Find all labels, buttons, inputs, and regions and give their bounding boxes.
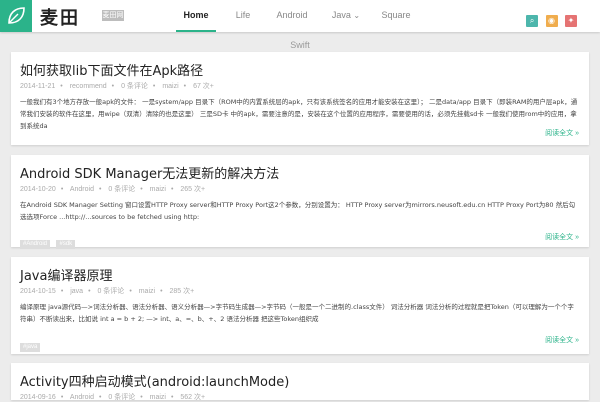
post-meta: 2014-09-16 • Android • 0 条评论 • maizi • 562 次… bbox=[20, 394, 206, 401]
post-title[interactable]: Java编译器原理 bbox=[20, 265, 112, 284]
tag-android[interactable]: #Android bbox=[20, 240, 51, 249]
post-meta: 2014-10-20 • Android • 0 条评论 • maizi • 265 次… bbox=[20, 186, 206, 193]
post-author[interactable]: maizi bbox=[139, 288, 155, 295]
post-title[interactable]: 如何获取lib下面文件在Apk路径 bbox=[20, 60, 203, 79]
nav-life[interactable]: Life bbox=[228, 0, 258, 32]
post-card: Activity四种启动模式(android:launchMode) 2014-… bbox=[11, 363, 589, 401]
search-icon[interactable]: ⌕ bbox=[526, 15, 539, 27]
post-views: 285 次+ bbox=[169, 288, 195, 295]
site-logo-badge: 麦田网 bbox=[102, 10, 124, 21]
post-category[interactable]: Android bbox=[70, 186, 94, 193]
nav-java[interactable]: Java ⌄ bbox=[328, 0, 364, 32]
post-excerpt: 在Android SDK Manager Setting 窗口设置HTTP Pr… bbox=[20, 201, 576, 221]
post-views: 67 次+ bbox=[193, 83, 214, 90]
post-author[interactable]: maizi bbox=[150, 186, 166, 193]
weibo-icon[interactable]: ✦ bbox=[565, 15, 577, 27]
site-logo-text[interactable]: 麦田 bbox=[40, 4, 80, 30]
subcategory-label[interactable]: Swift bbox=[0, 40, 600, 50]
post-date: 2014-11-21 bbox=[20, 83, 56, 90]
post-tags: #java bbox=[20, 335, 42, 353]
nav-square[interactable]: Square bbox=[376, 0, 416, 32]
post-card: Java编译器原理 2014-10-15 • java • 0 条评论 • maizi… bbox=[11, 257, 589, 354]
post-excerpt: 编译原理 java源代码—>词法分析器、语法分析器、语义分析器—>字节码生成器—… bbox=[20, 303, 574, 323]
post-author[interactable]: maizi bbox=[162, 83, 178, 90]
read-more-link[interactable]: 阅读全文 » bbox=[545, 232, 579, 242]
read-more-link[interactable]: 阅读全文 » bbox=[545, 335, 579, 345]
post-comments[interactable]: 0 条评论 bbox=[97, 288, 124, 295]
post-meta: 2014-10-15 • java • 0 条评论 • maizi • 285 次+ bbox=[20, 288, 195, 295]
chevron-down-icon: ⌄ bbox=[353, 11, 361, 20]
post-title[interactable]: Android SDK Manager无法更新的解决方法 bbox=[20, 163, 279, 182]
read-more-link[interactable]: 阅读全文 » bbox=[545, 128, 579, 138]
post-date: 2014-10-15 bbox=[20, 288, 56, 295]
post-category[interactable]: recommend bbox=[70, 83, 107, 90]
header-tools: ⌕ ◉ ✦ bbox=[523, 10, 577, 27]
post-date: 2014-10-20 bbox=[20, 186, 56, 193]
post-views: 265 次+ bbox=[180, 186, 206, 193]
nav-home[interactable]: Home bbox=[176, 0, 216, 32]
tag-java[interactable]: #java bbox=[20, 343, 41, 352]
rss-icon[interactable]: ◉ bbox=[545, 15, 558, 27]
post-comments[interactable]: 0 条评论 bbox=[121, 83, 148, 90]
top-navbar: 麦田 麦田网 Home Life Android Java ⌄ Square ⌕… bbox=[0, 0, 600, 32]
post-title[interactable]: Activity四种启动模式(android:launchMode) bbox=[20, 371, 289, 390]
post-excerpt: 一般我们有3个地方存放一般apk的文件： 一是system/app 目录下（RO… bbox=[20, 98, 578, 130]
post-meta: 2014-11-21 • recommend • 0 条评论 • maizi • 67 … bbox=[20, 83, 214, 90]
post-tags: #Android #sdk bbox=[20, 232, 77, 250]
nav-java-label: Java bbox=[331, 10, 351, 20]
post-card: 如何获取lib下面文件在Apk路径 2014-11-21 • recommend •… bbox=[11, 52, 589, 145]
logo-leaf-icon[interactable] bbox=[0, 0, 32, 32]
post-card: Android SDK Manager无法更新的解决方法 2014-10-20 •… bbox=[11, 155, 589, 250]
post-comments[interactable]: 0 条评论 bbox=[108, 186, 135, 193]
nav-android[interactable]: Android bbox=[272, 0, 312, 32]
tag-sdk[interactable]: #sdk bbox=[56, 240, 76, 249]
post-category[interactable]: java bbox=[70, 288, 83, 295]
